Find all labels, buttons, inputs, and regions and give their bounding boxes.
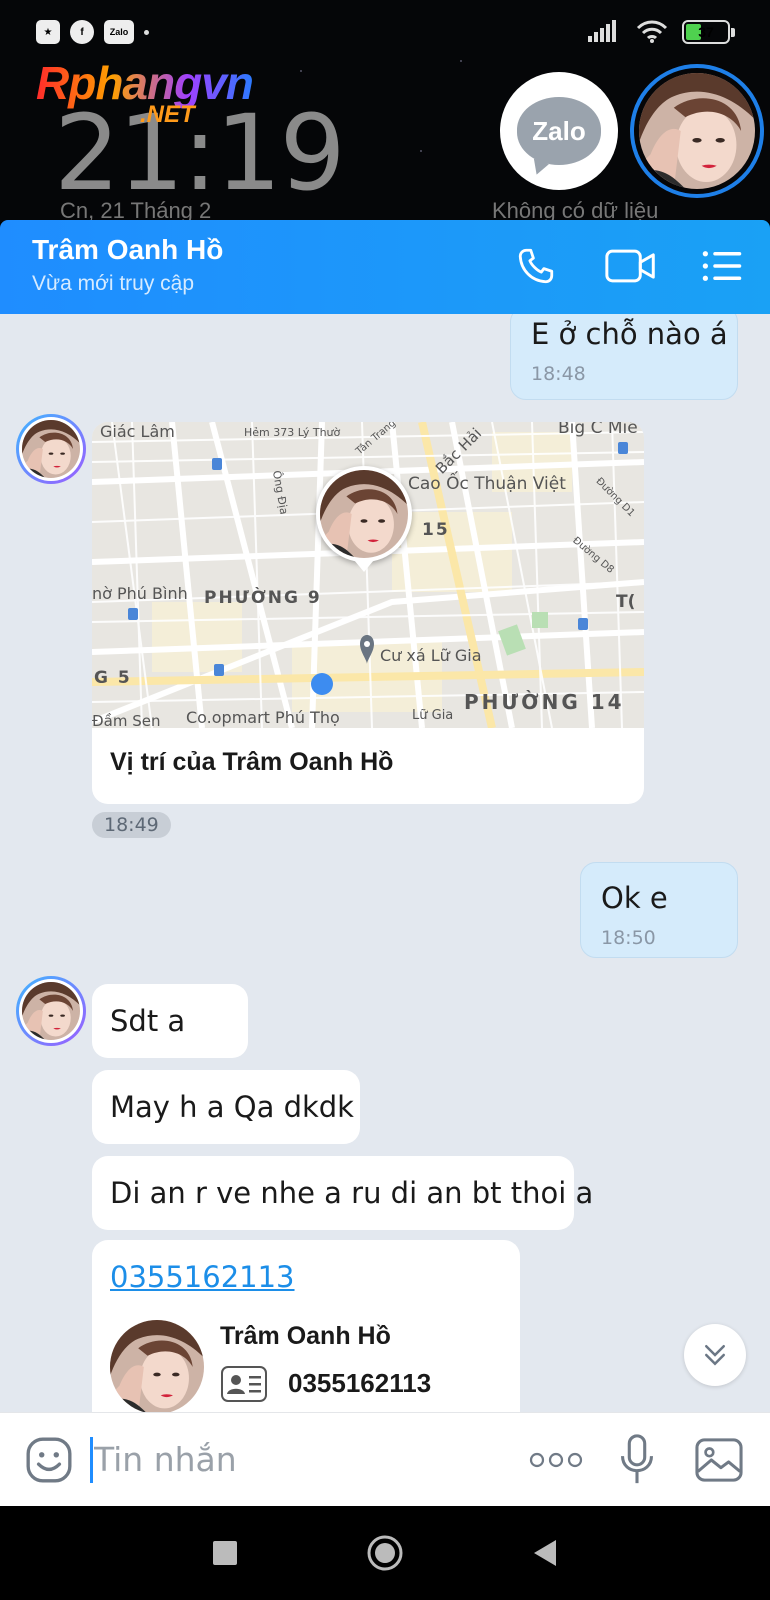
map-label: G 5 xyxy=(94,668,132,688)
map-label: nờ Phú Bình xyxy=(92,584,188,603)
voice-message-button[interactable] xyxy=(610,1433,664,1487)
chat-header: Trâm Oanh Hồ Vừa mới truy cập xyxy=(0,220,770,314)
lockscreen-clock: 21:19 xyxy=(54,92,346,214)
location-map[interactable]: Giác Lâm Hẻm 373 Lý Thườ Tân Trang Bắc H… xyxy=(92,422,644,730)
send-image-button[interactable] xyxy=(692,1433,746,1487)
facebook-icon: f xyxy=(70,20,94,44)
recent-apps-button[interactable] xyxy=(200,1528,250,1578)
image-icon xyxy=(695,1438,743,1482)
map-label: PHƯỜNG 14 xyxy=(464,690,625,714)
map-label: T( xyxy=(616,592,636,612)
map-label: Giác Lâm xyxy=(100,422,175,441)
zalo-notification-icon: Zalo xyxy=(104,20,134,44)
chat-options-button[interactable] xyxy=(698,242,746,290)
location-card[interactable]: Giác Lâm Hẻm 373 Lý Thườ Tân Trang Bắc H… xyxy=(92,422,644,804)
message-time: 18:50 xyxy=(601,927,656,949)
map-label: 15 xyxy=(422,520,450,540)
location-caption: Vị trí của Trâm Oanh Hồ xyxy=(110,748,394,776)
contact-card-name: Trâm Oanh Hồ xyxy=(220,1322,391,1350)
map-label: PHƯỜNG 9 xyxy=(204,588,322,608)
map-label: Cao Ốc Thuận Việt xyxy=(408,474,566,494)
avatar-photo xyxy=(22,420,80,478)
video-camera-icon xyxy=(605,249,655,283)
system-navigation-bar xyxy=(0,1506,770,1600)
status-bar-right: 37 xyxy=(588,20,735,44)
sender-avatar[interactable] xyxy=(16,976,86,1046)
more-notifications-dot xyxy=(144,29,149,35)
id-card-icon xyxy=(221,1366,267,1402)
more-actions-button[interactable] xyxy=(526,1433,586,1487)
contact-status: Vừa mới truy cập xyxy=(32,272,195,295)
message-list[interactable]: E ở chỗ nào á 18:48 Giác Lâm Hẻm 373 Lý … xyxy=(0,314,770,1412)
contact-name[interactable]: Trâm Oanh Hồ xyxy=(32,234,223,266)
message-time: 18:48 xyxy=(531,363,586,385)
emoji-icon xyxy=(26,1437,72,1483)
message-outgoing[interactable]: Ok e 18:50 xyxy=(580,862,738,958)
circle-home-icon xyxy=(367,1535,403,1571)
message-text: Ok e xyxy=(601,881,668,915)
avatar-photo xyxy=(22,982,80,1040)
message-text: May h a Qa dkdk xyxy=(110,1090,354,1124)
lockscreen-no-data: Không có dữ liệu xyxy=(492,198,659,222)
zalo-app-bubble[interactable]: Zalo xyxy=(500,72,618,190)
message-text: E ở chỗ nào á xyxy=(531,317,728,351)
map-label: Lữ Gia xyxy=(412,708,454,723)
emoji-button[interactable] xyxy=(22,1433,76,1487)
message-text: Sdt a xyxy=(110,1004,186,1038)
home-button[interactable] xyxy=(360,1528,410,1578)
map-label: Đầm Sen xyxy=(92,712,161,730)
lockscreen-date: Cn, 21 Tháng 2 xyxy=(60,198,212,222)
phone-number-link[interactable]: 0355162113 xyxy=(110,1260,295,1294)
sender-avatar[interactable] xyxy=(16,414,86,484)
contact-card-message[interactable]: 0355162113 Trâm Oanh Hồ 0355162113 xyxy=(92,1240,520,1412)
contact-card-phone: 0355162113 xyxy=(288,1368,432,1398)
message-incoming[interactable]: May h a Qa dkdk xyxy=(92,1070,360,1144)
message-text: Di an r ve nhe a ru di an bt thoi a xyxy=(110,1176,594,1210)
more-dots-icon xyxy=(529,1452,583,1468)
message-incoming[interactable]: Sdt a xyxy=(92,984,248,1058)
message-incoming[interactable]: Di an r ve nhe a ru di an bt thoi a xyxy=(92,1156,593,1230)
voice-call-button[interactable] xyxy=(512,242,560,290)
zalo-logo: Zalo xyxy=(517,97,601,165)
map-label: Cư xá Lữ Gia xyxy=(380,646,482,665)
list-menu-icon xyxy=(702,251,742,281)
map-label: Hẻm 373 Lý Thườ xyxy=(244,426,341,439)
star-app-icon: ★ xyxy=(36,20,60,44)
video-call-button[interactable] xyxy=(604,242,658,290)
signal-icon xyxy=(588,20,616,42)
message-input[interactable] xyxy=(94,1429,494,1489)
wifi-icon xyxy=(636,20,668,43)
microphone-icon xyxy=(620,1434,654,1484)
location-pin-avatar xyxy=(316,466,412,562)
triangle-back-icon xyxy=(534,1540,556,1566)
battery-level: 37 xyxy=(698,24,714,40)
lockscreen-background: ★ f Zalo 37 21:19 Rphangvn .NET Cn, 21 T… xyxy=(0,0,770,222)
map-label: Co.opmart Phú Thọ xyxy=(186,708,340,727)
message-time-pill: 18:49 xyxy=(92,812,171,838)
status-bar-left: ★ f Zalo xyxy=(36,20,149,44)
contact-card-avatar[interactable] xyxy=(110,1320,204,1412)
message-outgoing[interactable]: E ở chỗ nào á 18:48 xyxy=(510,314,738,400)
scroll-to-bottom-button[interactable] xyxy=(684,1324,746,1386)
message-composer xyxy=(0,1412,770,1506)
text-cursor xyxy=(90,1437,93,1483)
map-label: Big C Miề xyxy=(558,422,638,438)
watermark-logo-suffix: .NET xyxy=(140,101,195,128)
back-button[interactable] xyxy=(520,1528,570,1578)
phone-icon xyxy=(518,248,554,284)
chat-head-photo xyxy=(639,73,755,189)
chat-head-avatar[interactable] xyxy=(630,64,764,198)
battery-indicator: 37 xyxy=(682,20,735,44)
location-pin-tip xyxy=(354,560,374,572)
square-icon xyxy=(213,1541,237,1565)
chevron-double-down-icon xyxy=(705,1345,725,1366)
